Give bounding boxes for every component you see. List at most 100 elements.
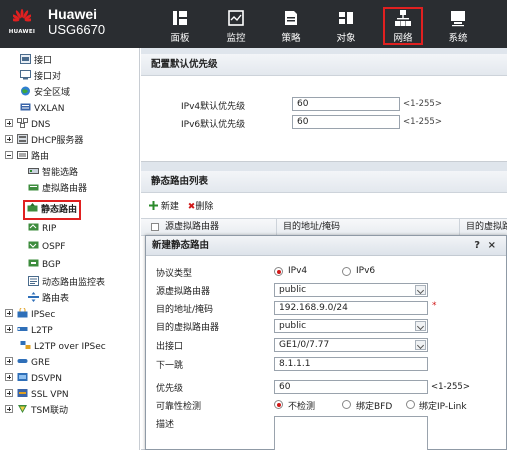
- new-static-route-dialog: 新建静态路由 ? × 协议类型 IPv4 IPv6 源虚拟路由器 public …: [145, 235, 507, 450]
- src-vr-select[interactable]: public: [274, 283, 428, 297]
- dest-address-input[interactable]: 192.168.9.0/24: [274, 301, 428, 315]
- sidebar-item-security-zone[interactable]: 安全区域: [20, 86, 70, 100]
- sidebar-item-ssl-vpn[interactable]: SSL VPN: [5, 388, 69, 402]
- help-icon[interactable]: ?: [474, 236, 480, 256]
- bind-ip-link-radio[interactable]: [406, 400, 415, 409]
- nav-monitor[interactable]: 监控: [216, 9, 256, 45]
- dashboard-icon: [173, 11, 187, 25]
- chevron-down-icon[interactable]: [415, 321, 426, 331]
- dns-icon: [17, 118, 28, 128]
- sidebar-item-tsm[interactable]: TSM联动: [5, 404, 68, 418]
- ipv6-priority-label: IPv6默认优先级: [181, 120, 246, 130]
- l2tp-icon: [17, 327, 28, 331]
- src-vr-value: public: [279, 285, 307, 295]
- sidebar-item-bgp[interactable]: BGP: [28, 258, 60, 272]
- collapse-icon[interactable]: [5, 151, 13, 159]
- sidebar-item-label: VXLAN: [34, 104, 65, 114]
- ipv6-priority-input[interactable]: 60: [292, 115, 400, 129]
- delete-button[interactable]: ✖删除: [188, 202, 214, 212]
- policy-icon: [285, 11, 297, 25]
- expand-icon[interactable]: [5, 405, 13, 413]
- sidebar-item-virtual-router[interactable]: 虚拟路由器: [28, 182, 87, 196]
- column-header[interactable]: 目的地址/掩码: [276, 219, 340, 235]
- description-textarea[interactable]: [274, 416, 428, 450]
- sidebar-item-vxlan[interactable]: VXLAN: [20, 102, 64, 116]
- sidebar-item-dynamic-route-monitor[interactable]: 动态路由监控表: [28, 276, 105, 290]
- sidebar-item-rip[interactable]: RIP: [28, 222, 56, 236]
- sidebar-item-smart-routing[interactable]: 智能选路: [28, 166, 78, 180]
- priority-hint: <1-255>: [431, 382, 470, 392]
- tsm-icon: [18, 405, 27, 413]
- nav-system[interactable]: 系统: [438, 9, 478, 45]
- ipv4-priority-label: IPv4默认优先级: [181, 102, 246, 112]
- sidebar-item-label: 接口: [34, 56, 53, 66]
- sidebar-item-ospf[interactable]: OSPF: [28, 240, 65, 254]
- static-route-icon: [27, 203, 38, 212]
- bind-ip-link-label: 绑定IP-Link: [419, 402, 467, 412]
- dest-vr-select[interactable]: public: [274, 319, 428, 333]
- new-button[interactable]: 新建: [149, 201, 179, 212]
- sidebar-item-label: OSPF: [42, 242, 66, 252]
- sidebar-item-routing-table[interactable]: 路由表: [28, 292, 69, 306]
- dest-label: 目的地址/掩码: [156, 305, 214, 315]
- sidebar-item-dns[interactable]: DNS: [5, 118, 50, 132]
- expand-icon[interactable]: [5, 309, 13, 317]
- virtual-router-icon: [28, 184, 39, 191]
- sidebar-item-ipsec[interactable]: IPSec: [5, 308, 55, 322]
- sidebar-item-label: 安全区域: [34, 88, 71, 98]
- expand-icon[interactable]: [5, 119, 13, 127]
- add-icon: [149, 201, 158, 210]
- next-hop-label: 下一跳: [156, 361, 184, 371]
- protocol-ipv4-radio[interactable]: [274, 267, 283, 276]
- panel-title: 静态路由列表: [141, 171, 507, 193]
- select-all-checkbox[interactable]: [151, 223, 159, 231]
- expand-icon[interactable]: [5, 373, 13, 381]
- sidebar-item-l2tp-over-ipsec[interactable]: L2TP over IPSec: [20, 340, 106, 354]
- sidebar-item-interface-pair[interactable]: 接口对: [20, 70, 61, 84]
- nav-network[interactable]: 网络: [383, 7, 423, 45]
- l2tp-over-ipsec-icon: [20, 341, 31, 349]
- no-check-radio[interactable]: [274, 400, 283, 409]
- protocol-ipv6-radio[interactable]: [342, 267, 351, 276]
- sidebar-item-dhcp-server[interactable]: DHCP服务器: [5, 134, 83, 148]
- sidebar-item-label: 接口对: [34, 72, 62, 82]
- ospf-icon: [28, 241, 39, 249]
- sidebar-item-label: DNS: [31, 120, 51, 130]
- chevron-down-icon[interactable]: [415, 285, 426, 295]
- sidebar-item-label: RIP: [42, 224, 57, 234]
- dialog-title: 新建静态路由: [152, 240, 210, 251]
- nav-label: 策略: [281, 33, 301, 44]
- out-interface-select[interactable]: GE1/0/7.77: [274, 338, 428, 352]
- sidebar-item-label: L2TP over IPSec: [34, 342, 106, 352]
- close-icon[interactable]: ×: [488, 236, 496, 256]
- bind-bfd-label: 绑定BFD: [356, 402, 393, 412]
- interface-pair-icon: [20, 70, 31, 80]
- top-bar: HUAWEI Huawei USG6670 面板 监控 策略 对象 网络 系统: [0, 0, 507, 48]
- expand-icon[interactable]: [5, 135, 13, 143]
- sidebar-item-label: BGP: [42, 260, 61, 270]
- expand-icon[interactable]: [5, 325, 13, 333]
- next-hop-input[interactable]: 8.1.1.1: [274, 357, 428, 371]
- sidebar-item-static-route[interactable]: 静态路由: [23, 200, 82, 220]
- priority-input[interactable]: 60: [274, 380, 428, 394]
- sidebar-item-interface[interactable]: 接口: [20, 54, 52, 68]
- sidebar-item-gre[interactable]: GRE: [5, 356, 50, 370]
- expand-icon[interactable]: [5, 357, 13, 365]
- ipsec-icon: [17, 308, 28, 318]
- nav-dashboard[interactable]: 面板: [160, 9, 200, 45]
- sidebar-item-dsvpn[interactable]: DSVPN: [5, 372, 62, 386]
- nav-object[interactable]: 对象: [326, 9, 366, 45]
- sidebar-item-route[interactable]: 路由: [5, 150, 49, 164]
- column-header[interactable]: 源虚拟路由器: [165, 219, 219, 235]
- protocol-label: 协议类型: [156, 269, 193, 279]
- route-monitor-icon: [28, 276, 39, 286]
- route-icon: [17, 151, 28, 159]
- bind-bfd-radio[interactable]: [342, 400, 351, 409]
- nav-policy[interactable]: 策略: [271, 9, 311, 45]
- sidebar-item-l2tp[interactable]: L2TP: [5, 324, 53, 338]
- chevron-down-icon[interactable]: [415, 340, 426, 350]
- column-header[interactable]: 目的虚拟路: [459, 219, 507, 235]
- sidebar-item-label: 智能选路: [42, 168, 79, 178]
- expand-icon[interactable]: [5, 389, 13, 397]
- ipv4-priority-input[interactable]: 60: [292, 97, 400, 111]
